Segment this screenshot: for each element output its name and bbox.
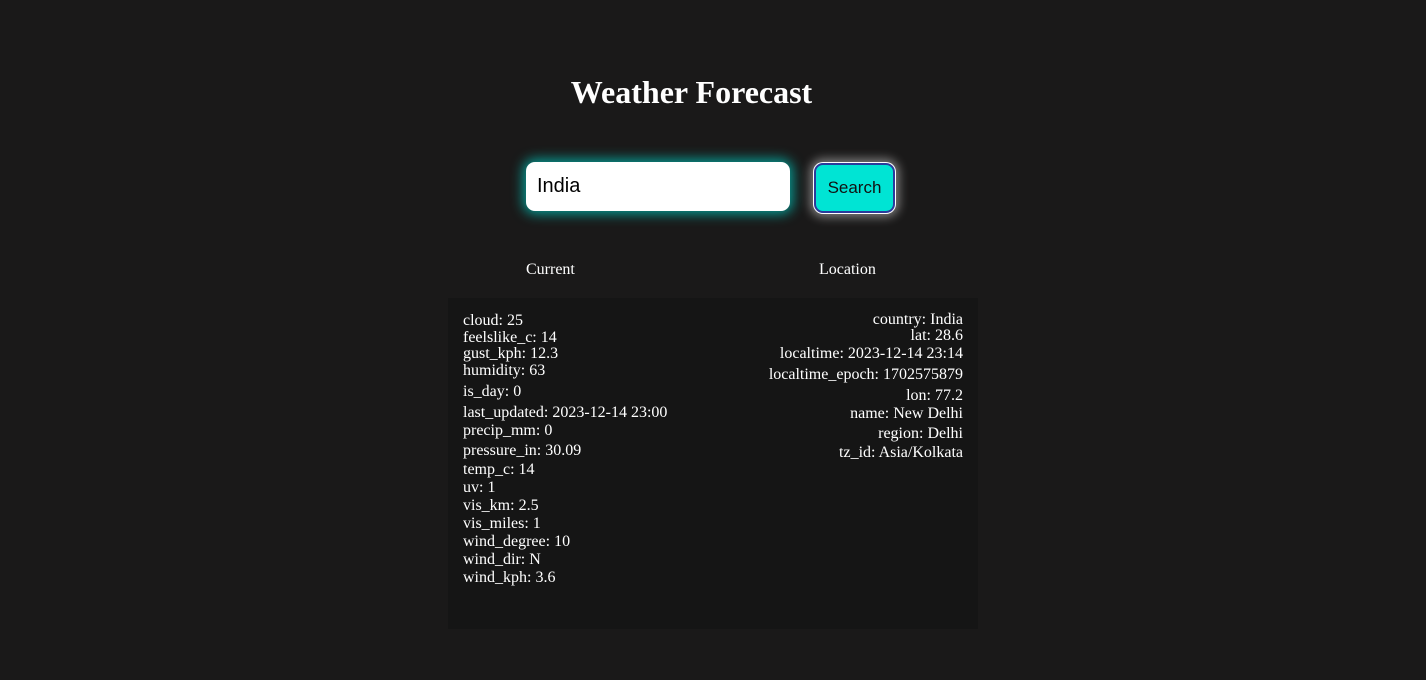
search-input[interactable]	[526, 162, 790, 211]
current-item-wind-dir: wind_dirN	[463, 551, 667, 569]
current-item-feelslike: feelslike_c14	[463, 329, 667, 346]
location-list: countryIndia lat28.6 localtime2023-12-14…	[769, 311, 963, 462]
current-heading: Current	[526, 261, 575, 278]
location-item-lon: lon77.2	[769, 387, 963, 405]
current-item-vis-km: vis_km2.5	[463, 497, 667, 515]
current-item-temp: temp_c14	[463, 461, 667, 479]
page-title: Weather Forecast	[570, 74, 813, 110]
current-item-gust: gust_kph12.3	[463, 345, 667, 362]
current-weather-list: cloud25 feelslike_c14 gust_kph12.3 humid…	[463, 312, 667, 587]
current-item-last-updated: last_updated2023-12-14 23:00	[463, 404, 667, 422]
current-item-precip: precip_mm0	[463, 422, 667, 442]
location-item-country: countryIndia	[769, 311, 963, 328]
current-item-humidity: humidity63	[463, 362, 667, 383]
location-item-tz-id: tz_idAsia/Kolkata	[769, 444, 963, 462]
current-item-uv: uv1	[463, 479, 667, 497]
search-button[interactable]: Search	[814, 163, 895, 213]
current-item-wind-degree: wind_degree10	[463, 533, 667, 551]
current-item-pressure: pressure_in30.09	[463, 442, 667, 461]
current-item-vis-miles: vis_miles1	[463, 515, 667, 533]
location-heading: Location	[819, 261, 876, 278]
current-item-is-day: is_day0	[463, 383, 667, 404]
location-item-lat: lat28.6	[769, 327, 963, 345]
weather-results-panel: cloud25 feelslike_c14 gust_kph12.3 humid…	[448, 298, 978, 629]
location-item-localtime-epoch: localtime_epoch1702575879	[769, 366, 963, 387]
location-item-name: nameNew Delhi	[769, 405, 963, 425]
location-item-localtime: localtime2023-12-14 23:14	[769, 345, 963, 366]
location-item-region: regionDelhi	[769, 425, 963, 444]
current-item-cloud: cloud25	[463, 312, 667, 329]
current-item-wind-kph: wind_kph3.6	[463, 569, 667, 587]
